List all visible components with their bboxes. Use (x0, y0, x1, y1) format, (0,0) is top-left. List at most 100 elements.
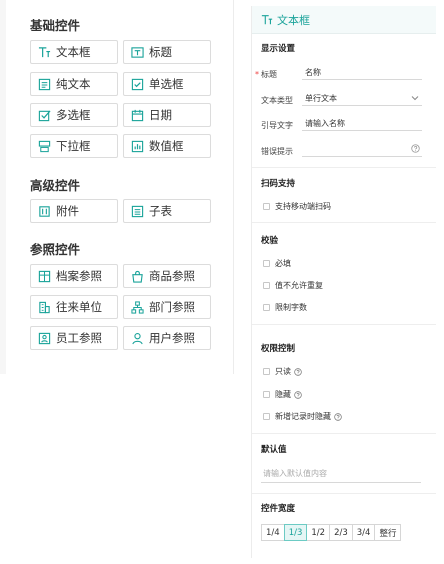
properties-panel: 文本框 显示设置 * 标题 名称 文本类型 单行文本 引导文字 请输入名称 错误… (251, 6, 436, 558)
palette-item-number[interactable]: 数值框 (123, 134, 211, 158)
palette-item-text-box[interactable]: 文本框 (30, 40, 118, 64)
radio-icon (131, 78, 144, 91)
checkbox-label: 隐藏 (275, 390, 291, 399)
org-icon (131, 300, 144, 314)
title-input[interactable]: 名称 (302, 66, 422, 80)
properties-header: 文本框 (252, 6, 436, 34)
chart-icon (131, 140, 144, 153)
error-tip-input[interactable] (302, 143, 422, 157)
dropdown-icon (38, 140, 51, 153)
checkbox-label: 新增记录时隐藏 (275, 412, 331, 421)
limit-length-checkbox[interactable]: 限制字数 (263, 302, 307, 313)
palette-item-label: 数值框 (149, 139, 184, 153)
validation-title: 校验 (261, 236, 279, 246)
user-icon (131, 332, 144, 345)
checkbox-box[interactable] (263, 413, 270, 420)
width-option-two-thirds[interactable]: 2/3 (329, 524, 353, 541)
default-value-input[interactable]: 请输入默认值内容 (261, 467, 421, 483)
checkbox-label: 限制字数 (275, 303, 307, 312)
help-icon[interactable] (334, 412, 342, 421)
text-box-icon (261, 14, 273, 26)
required-checkbox[interactable]: 必填 (263, 258, 291, 269)
help-icon[interactable] (294, 367, 302, 376)
hidden-checkbox[interactable]: 隐藏 (263, 389, 302, 400)
scan-checkbox[interactable]: 支持移动端扫码 (263, 201, 331, 212)
width-option-three-quarters[interactable]: 3/4 (351, 524, 376, 541)
basic-controls-title: 基础控件 (30, 18, 81, 33)
default-value-title: 默认值 (261, 445, 287, 455)
divider (252, 433, 436, 434)
palette-item-archive-ref[interactable]: 档案参照 (30, 264, 118, 288)
palette-item-label: 日期 (149, 108, 172, 122)
subtable-icon (131, 205, 144, 218)
unique-checkbox[interactable]: 值不允许重复 (263, 280, 323, 291)
hide-on-new-checkbox[interactable]: 新增记录时隐藏 (263, 411, 342, 422)
display-settings-title: 显示设置 (261, 44, 296, 54)
archive-icon (38, 270, 51, 283)
error-tip-label: 错误提示 (261, 147, 293, 156)
checkbox-label: 只读 (275, 367, 291, 376)
palette-item-employee-ref[interactable]: 员工参照 (30, 326, 118, 350)
palette-item-label: 往来单位 (56, 300, 102, 314)
width-selector: 1/4 1/3 1/2 2/3 3/4 整行 (261, 524, 402, 541)
palette-item-label: 用户参照 (149, 331, 195, 345)
checkbox-label: 支持移动端扫码 (275, 202, 331, 211)
palette-item-product-ref[interactable]: 商品参照 (123, 264, 211, 288)
title-icon (131, 46, 144, 59)
palette-item-label: 子表 (149, 204, 172, 218)
palette-item-dropdown[interactable]: 下拉框 (30, 134, 118, 158)
calendar-icon (131, 109, 144, 122)
checkbox-icon (38, 109, 51, 122)
attachment-icon (38, 205, 51, 218)
checkbox-label: 值不允许重复 (275, 281, 323, 290)
width-option-quarter[interactable]: 1/4 (261, 524, 285, 541)
checkbox-box[interactable] (263, 304, 270, 311)
width-option-third[interactable]: 1/3 (283, 524, 308, 541)
employee-icon (38, 332, 51, 345)
chevron-down-icon (411, 96, 419, 101)
palette-item-partner-ref[interactable]: 往来单位 (30, 295, 118, 319)
palette-item-plain-text[interactable]: 纯文本 (30, 72, 118, 96)
text-type-value: 单行文本 (305, 94, 337, 103)
checkbox-box[interactable] (263, 260, 270, 267)
palette-item-checkbox[interactable]: 多选框 (30, 103, 118, 127)
help-icon[interactable] (294, 390, 302, 399)
text-box-icon (38, 46, 51, 59)
palette-item-subtable[interactable]: 子表 (123, 199, 211, 223)
palette-item-title[interactable]: 标题 (123, 40, 211, 64)
checkbox-box[interactable] (263, 282, 270, 289)
checkbox-box[interactable] (263, 391, 270, 398)
palette-item-attachment[interactable]: 附件 (30, 199, 118, 223)
palette-item-radio[interactable]: 单选框 (123, 72, 211, 96)
divider (252, 493, 436, 494)
palette-item-date[interactable]: 日期 (123, 103, 211, 127)
divider (252, 167, 436, 168)
palette-item-label: 标题 (149, 45, 172, 59)
scan-support-title: 扫码支持 (261, 179, 296, 189)
plain-text-icon (38, 78, 51, 91)
palette-item-label: 文本框 (56, 45, 91, 59)
guide-text-input[interactable]: 请输入名称 (302, 117, 422, 131)
required-mark: * (255, 70, 259, 79)
properties-header-title: 文本框 (277, 13, 310, 27)
checkbox-box[interactable] (263, 203, 270, 210)
control-palette: 基础控件 文本框 标题 纯文本 单选框 多选框 日期 下拉框 数值框 高级控件 … (0, 0, 234, 374)
palette-item-dept-ref[interactable]: 部门参照 (123, 295, 211, 319)
guide-text-label: 引导文字 (261, 121, 293, 130)
palette-item-label: 多选框 (56, 108, 91, 122)
building-icon (38, 301, 51, 314)
checkbox-box[interactable] (263, 368, 270, 375)
palette-item-label: 纯文本 (56, 77, 91, 91)
divider (252, 222, 436, 223)
advanced-controls-title: 高级控件 (30, 178, 81, 193)
text-type-select[interactable]: 单行文本 (302, 92, 422, 106)
readonly-checkbox[interactable]: 只读 (263, 366, 302, 377)
palette-item-label: 附件 (56, 204, 79, 218)
palette-item-user-ref[interactable]: 用户参照 (123, 326, 211, 350)
width-option-half[interactable]: 1/2 (306, 524, 331, 541)
width-option-full[interactable]: 整行 (374, 524, 402, 541)
palette-item-label: 下拉框 (56, 139, 91, 153)
palette-item-label: 部门参照 (149, 300, 195, 314)
palette-item-label: 单选框 (149, 77, 184, 91)
help-icon[interactable] (411, 144, 420, 153)
